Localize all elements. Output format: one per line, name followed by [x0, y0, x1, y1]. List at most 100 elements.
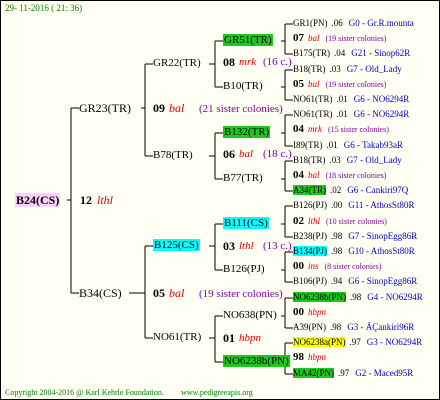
gen4-ancestor-row: NO61(TR) .01 G6 - NO6294R [293, 94, 409, 105]
gen2-info-number-1: 08 [223, 55, 235, 69]
gen4-ancestor-row: MA42(PN) .97 G2 - Maced95R [293, 368, 413, 379]
gen4-code[interactable]: NO61(TR) [293, 94, 333, 104]
gen2-info-sisters-2: (18 c.) [263, 148, 292, 160]
gen2-info-sisters-3: (13 c.) [263, 240, 292, 252]
gen4-code[interactable]: B238(PJ) [293, 231, 327, 241]
gen4-score: .04 [334, 48, 346, 58]
gen4-sisters: (15 sister colonies) [328, 125, 389, 134]
gen4-ancestor-row: B18(TR) .03 G7 - Old_Lady [293, 64, 402, 75]
gen4-tag: bal [308, 170, 320, 180]
gen4-ancestry: G4 - NO6294R [367, 292, 423, 302]
gen4-sisters: (19 sister colonies) [325, 34, 387, 43]
gen4-ancestry: G10 - AthosSt80R [348, 246, 415, 256]
gen4-code[interactable]: A39(PN) [293, 322, 326, 332]
root-queen-code[interactable]: B24(CS) [15, 193, 61, 207]
gen4-ancestry: G11 - AthosSt80R [348, 200, 415, 210]
gen1-lower-sisters: (19 sister colonies) [199, 288, 283, 300]
gen1-lower-number: 05 [153, 286, 165, 300]
gen3-code-7[interactable]: NO638(PN) [223, 309, 277, 321]
gen2-code-3[interactable]: B125(CS) [153, 239, 200, 251]
gen2-info-tag-1: mrk [239, 56, 257, 68]
gen3-code-4[interactable]: B77(TR) [223, 172, 263, 184]
gen4-sisters: (19 sister colonies) [325, 80, 387, 89]
gen4-number: 04 [293, 123, 304, 135]
gen4-score: .01 [336, 109, 348, 119]
gen4-code[interactable]: NO6238a(PN) [293, 337, 346, 347]
gen4-ancestry: G0 - Gr.R.mounta [348, 18, 414, 28]
gen4-code[interactable]: MA42(PN) [293, 368, 335, 378]
gen4-score: .94 [331, 276, 343, 286]
gen2-code-2[interactable]: B78(TR) [153, 149, 193, 161]
gen4-ancestry: G6 - SinopEgg86R [348, 276, 418, 286]
gen4-score: .02 [330, 185, 342, 195]
footer-url-link[interactable]: www.pedigreeapis.org [181, 388, 253, 398]
gen3-code-2[interactable]: B10(TR) [223, 80, 263, 92]
gen2-code-4[interactable]: NO61(TR) [153, 331, 201, 343]
gen2-info-tag-3: lthl [239, 240, 254, 252]
gen4-info-row: 04 bal (18 sister colonies) [293, 170, 386, 181]
gen4-ancestry: G6 - Takab93aR [343, 140, 403, 150]
gen1-upper-number: 09 [153, 101, 165, 115]
gen4-score: .98 [350, 292, 362, 302]
gen4-score: .03 [329, 64, 341, 74]
gen3-code-1[interactable]: GR51(TR) [223, 34, 273, 46]
gen4-number: 02 [293, 215, 304, 227]
gen4-ancestry: G6 - Cankiri97Q [347, 185, 409, 195]
gen4-ancestry: G7 - SinopEgg86R [348, 231, 418, 241]
gen4-ancestry: G7 - Old_Lady [346, 155, 402, 165]
pedigree-chart: 29- 11-2016 ( 21: 36) B24(CS) 12 lthl GR… [0, 0, 440, 400]
gen4-ancestry: G6 - NO6294R [353, 109, 410, 119]
gen2-info-sisters-1: (16 c.) [263, 56, 292, 68]
gen4-info-row: 02 lthl (10 sister colonies) [293, 216, 387, 227]
gen4-ancestry: G21 - Sinop62R [351, 48, 411, 58]
gen4-code[interactable]: B134(PJ) [293, 246, 328, 256]
gen4-tag: hbpn [308, 352, 326, 362]
gen2-info-tag-2: bal [239, 148, 254, 160]
gen4-ancestor-row: NO6238a(PN) .97 G3 - NO6294R [293, 337, 422, 348]
gen4-code[interactable]: A34(TR) [293, 185, 326, 195]
gen1-upper-code[interactable]: GR23(TR) [79, 101, 131, 115]
gen1-lower-code[interactable]: B34(CS) [79, 286, 122, 300]
gen4-ancestor-row: NO6238b(PN) .98 G4 - NO6294R [293, 292, 423, 303]
gen4-number: 98 [293, 351, 304, 363]
gen4-ancestry: G6 - NO6294R [353, 94, 410, 104]
gen4-ancestry: G7 - Old_Lady [346, 64, 402, 74]
gen4-score: .98 [330, 322, 342, 332]
gen4-info-row: 04 mrk (15 sister colonies) [293, 124, 389, 135]
gen2-info-number-4: 01 [223, 331, 235, 345]
gen4-info-row: 07 bal (19 sister colonies) [293, 33, 386, 44]
gen4-info-row: 00 hbpn [293, 307, 332, 318]
gen4-sisters: (10 sister colonies) [326, 217, 387, 226]
gen3-code-6[interactable]: B126(PJ) [223, 263, 265, 275]
gen1-upper-sisters: (21 sister colonies) [199, 103, 283, 115]
gen4-number: 00 [293, 306, 304, 318]
gen4-code[interactable]: B126(PJ) [293, 200, 327, 210]
gen4-code[interactable]: B18(TR) [293, 64, 326, 74]
gen4-ancestor-row: B126(PJ) .00 G11 - AthosSt80R [293, 200, 414, 211]
gen4-tag: bal [308, 33, 320, 43]
gen4-code[interactable]: I89(TR) [293, 140, 323, 150]
gen4-sisters: (18 sister colonies) [325, 171, 387, 180]
gen3-code-8[interactable]: NO6238b(PN) [223, 355, 290, 367]
gen4-code[interactable]: NO61(TR) [293, 109, 333, 119]
gen4-code[interactable]: NO6238b(PN) [293, 292, 346, 302]
gen4-score: .03 [329, 155, 341, 165]
gen4-ancestor-row: B238(PJ) .98 G7 - SinopEgg86R [293, 231, 417, 242]
gen4-number: 00 [293, 260, 304, 272]
gen4-code[interactable]: B175(TR) [293, 48, 330, 58]
gen4-ancestor-row: B134(PJ) .98 G10 - AthosSt80R [293, 246, 415, 257]
gen4-code[interactable]: B106(PJ) [293, 276, 327, 286]
root-number: 12 [80, 193, 92, 207]
gen2-code-1[interactable]: GR22(TR) [153, 57, 201, 69]
gen4-code[interactable]: B18(TR) [293, 155, 326, 165]
gen4-code[interactable]: GR1(PN) [293, 18, 328, 28]
gen4-ancestor-row: A34(TR) .02 G6 - Cankiri97Q [293, 185, 408, 196]
gen4-score: .00 [331, 200, 343, 210]
gen4-ancestor-row: GR1(PN) .06 G0 - Gr.R.mounta [293, 18, 414, 29]
gen3-code-3[interactable]: B132(TR) [223, 126, 271, 138]
gen3-code-5[interactable]: B111(CS) [223, 217, 269, 229]
gen4-ancestor-row: NO61(TR) .01 G6 - NO6294R [293, 109, 409, 120]
gen4-score: .01 [336, 94, 348, 104]
gen4-ancestor-row: A39(PN) .98 G3 - ÄÇankiri96R [293, 322, 414, 333]
gen1-lower-tag: bal [169, 286, 185, 300]
